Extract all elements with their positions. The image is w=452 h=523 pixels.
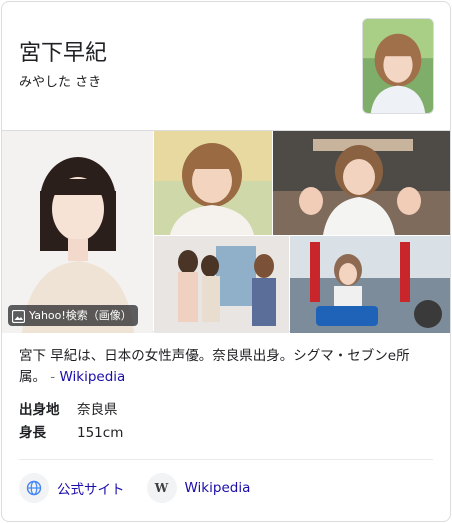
fact-birthplace: 出身地 奈良県 (19, 399, 433, 422)
image-gallery: Yahoo!検索（画像） (2, 130, 450, 333)
yahoo-badge-label: Yahoo!検索（画像） (29, 309, 132, 322)
facts-list: 出身地 奈良県 身長 151cm (19, 399, 433, 445)
gallery-image-3[interactable] (273, 131, 450, 235)
gallery-image-portrait[interactable] (2, 131, 153, 333)
header-thumbnail[interactable] (362, 18, 434, 114)
knowledge-panel: 宮下早紀 みやした さき Yahoo!検索（画像） 宮下 早紀は、日本の女性声優… (1, 1, 451, 522)
panel-header: 宮下早紀 みやした さき (2, 2, 450, 130)
fact-value: 奈良県 (77, 402, 118, 418)
fact-key: 出身地 (19, 402, 60, 418)
fact-height: 身長 151cm (19, 422, 433, 445)
official-site-label: 公式サイト (57, 482, 125, 498)
image-icon (11, 309, 26, 324)
description: 宮下 早紀は、日本の女性声優。奈良県出身。シグマ・セブンe所属。 - Wikip… (19, 346, 433, 388)
wikipedia-icon: W (146, 473, 177, 503)
fact-key: 身長 (19, 425, 46, 441)
page-title: 宮下早紀 (19, 41, 108, 66)
divider (19, 459, 433, 460)
wikipedia-label: Wikipedia (184, 480, 251, 496)
globe-icon (19, 473, 49, 503)
gallery-image-4[interactable] (154, 236, 289, 333)
wikipedia-link[interactable]: W Wikipedia (146, 473, 251, 503)
fact-value: 151cm (77, 425, 124, 441)
gallery-image-5[interactable] (290, 236, 450, 333)
yahoo-image-search-button[interactable]: Yahoo!検索（画像） (8, 305, 138, 326)
gallery-image-2[interactable] (154, 131, 272, 235)
official-site-link[interactable]: 公式サイト (19, 473, 125, 503)
wikipedia-source-link[interactable]: Wikipedia (59, 369, 125, 385)
reading-subtitle: みやした さき (19, 75, 102, 90)
profile-links: 公式サイト W Wikipedia (19, 473, 250, 503)
